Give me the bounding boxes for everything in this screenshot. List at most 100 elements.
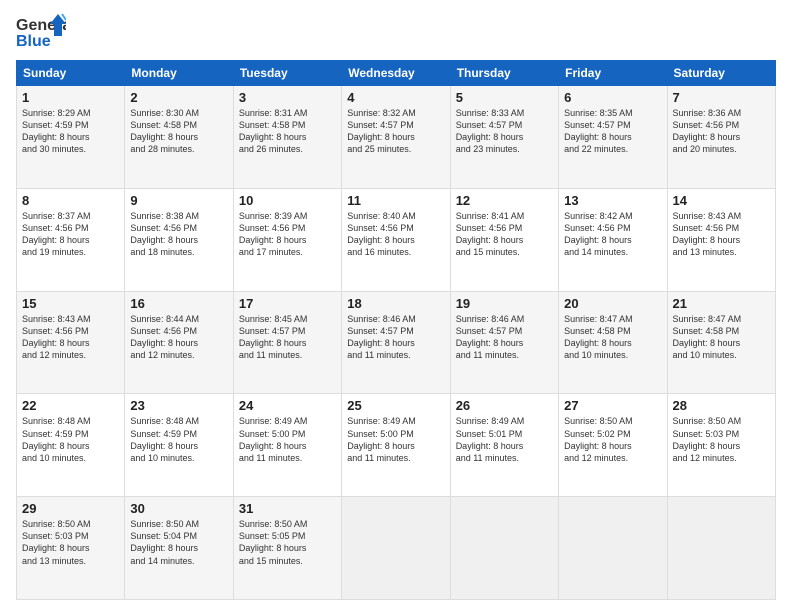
cell-content: Sunrise: 8:46 AMSunset: 4:57 PMDaylight:…	[456, 314, 525, 360]
day-number: 26	[456, 398, 553, 413]
logo-icon: General Blue	[16, 12, 66, 52]
cell-content: Sunrise: 8:47 AMSunset: 4:58 PMDaylight:…	[564, 314, 633, 360]
calendar-cell: 1 Sunrise: 8:29 AMSunset: 4:59 PMDayligh…	[17, 86, 125, 189]
calendar-cell: 11 Sunrise: 8:40 AMSunset: 4:56 PMDaylig…	[342, 188, 450, 291]
cell-content: Sunrise: 8:35 AMSunset: 4:57 PMDaylight:…	[564, 108, 633, 154]
calendar-cell: 27 Sunrise: 8:50 AMSunset: 5:02 PMDaylig…	[559, 394, 667, 497]
logo-area: General Blue	[16, 12, 66, 52]
day-number: 6	[564, 90, 661, 105]
day-number: 17	[239, 296, 336, 311]
day-number: 29	[22, 501, 119, 516]
day-number: 20	[564, 296, 661, 311]
day-number: 4	[347, 90, 444, 105]
day-number: 23	[130, 398, 227, 413]
cell-content: Sunrise: 8:40 AMSunset: 4:56 PMDaylight:…	[347, 211, 416, 257]
calendar-cell: 28 Sunrise: 8:50 AMSunset: 5:03 PMDaylig…	[667, 394, 775, 497]
cell-content: Sunrise: 8:50 AMSunset: 5:02 PMDaylight:…	[564, 416, 633, 462]
day-number: 1	[22, 90, 119, 105]
calendar-cell: 17 Sunrise: 8:45 AMSunset: 4:57 PMDaylig…	[233, 291, 341, 394]
cell-content: Sunrise: 8:38 AMSunset: 4:56 PMDaylight:…	[130, 211, 199, 257]
day-header-friday: Friday	[559, 61, 667, 86]
calendar-cell: 21 Sunrise: 8:47 AMSunset: 4:58 PMDaylig…	[667, 291, 775, 394]
svg-text:Blue: Blue	[16, 33, 51, 50]
calendar-week-0: 1 Sunrise: 8:29 AMSunset: 4:59 PMDayligh…	[17, 86, 776, 189]
cell-content: Sunrise: 8:47 AMSunset: 4:58 PMDaylight:…	[673, 314, 742, 360]
day-number: 2	[130, 90, 227, 105]
day-number: 5	[456, 90, 553, 105]
calendar-cell: 16 Sunrise: 8:44 AMSunset: 4:56 PMDaylig…	[125, 291, 233, 394]
cell-content: Sunrise: 8:50 AMSunset: 5:03 PMDaylight:…	[22, 519, 91, 565]
cell-content: Sunrise: 8:46 AMSunset: 4:57 PMDaylight:…	[347, 314, 416, 360]
day-header-thursday: Thursday	[450, 61, 558, 86]
day-header-tuesday: Tuesday	[233, 61, 341, 86]
day-number: 7	[673, 90, 770, 105]
calendar-cell: 22 Sunrise: 8:48 AMSunset: 4:59 PMDaylig…	[17, 394, 125, 497]
day-header-monday: Monday	[125, 61, 233, 86]
calendar-week-4: 29 Sunrise: 8:50 AMSunset: 5:03 PMDaylig…	[17, 497, 776, 600]
calendar-cell: 5 Sunrise: 8:33 AMSunset: 4:57 PMDayligh…	[450, 86, 558, 189]
day-number: 25	[347, 398, 444, 413]
calendar-cell: 14 Sunrise: 8:43 AMSunset: 4:56 PMDaylig…	[667, 188, 775, 291]
calendar-cell: 20 Sunrise: 8:47 AMSunset: 4:58 PMDaylig…	[559, 291, 667, 394]
day-number: 18	[347, 296, 444, 311]
cell-content: Sunrise: 8:33 AMSunset: 4:57 PMDaylight:…	[456, 108, 525, 154]
calendar-week-3: 22 Sunrise: 8:48 AMSunset: 4:59 PMDaylig…	[17, 394, 776, 497]
calendar-week-2: 15 Sunrise: 8:43 AMSunset: 4:56 PMDaylig…	[17, 291, 776, 394]
cell-content: Sunrise: 8:48 AMSunset: 4:59 PMDaylight:…	[130, 416, 199, 462]
day-number: 28	[673, 398, 770, 413]
calendar-cell: 4 Sunrise: 8:32 AMSunset: 4:57 PMDayligh…	[342, 86, 450, 189]
day-header-saturday: Saturday	[667, 61, 775, 86]
calendar-cell: 10 Sunrise: 8:39 AMSunset: 4:56 PMDaylig…	[233, 188, 341, 291]
calendar-cell: 25 Sunrise: 8:49 AMSunset: 5:00 PMDaylig…	[342, 394, 450, 497]
day-number: 31	[239, 501, 336, 516]
calendar-week-1: 8 Sunrise: 8:37 AMSunset: 4:56 PMDayligh…	[17, 188, 776, 291]
calendar-cell: 18 Sunrise: 8:46 AMSunset: 4:57 PMDaylig…	[342, 291, 450, 394]
day-header-wednesday: Wednesday	[342, 61, 450, 86]
cell-content: Sunrise: 8:49 AMSunset: 5:00 PMDaylight:…	[347, 416, 416, 462]
cell-content: Sunrise: 8:42 AMSunset: 4:56 PMDaylight:…	[564, 211, 633, 257]
calendar-cell: 6 Sunrise: 8:35 AMSunset: 4:57 PMDayligh…	[559, 86, 667, 189]
calendar-header-row: SundayMondayTuesdayWednesdayThursdayFrid…	[17, 61, 776, 86]
day-number: 13	[564, 193, 661, 208]
day-number: 15	[22, 296, 119, 311]
day-number: 22	[22, 398, 119, 413]
cell-content: Sunrise: 8:36 AMSunset: 4:56 PMDaylight:…	[673, 108, 742, 154]
calendar-cell: 12 Sunrise: 8:41 AMSunset: 4:56 PMDaylig…	[450, 188, 558, 291]
day-number: 24	[239, 398, 336, 413]
day-number: 3	[239, 90, 336, 105]
day-number: 14	[673, 193, 770, 208]
cell-content: Sunrise: 8:39 AMSunset: 4:56 PMDaylight:…	[239, 211, 308, 257]
day-header-sunday: Sunday	[17, 61, 125, 86]
cell-content: Sunrise: 8:48 AMSunset: 4:59 PMDaylight:…	[22, 416, 91, 462]
day-number: 9	[130, 193, 227, 208]
calendar-table: SundayMondayTuesdayWednesdayThursdayFrid…	[16, 60, 776, 600]
calendar-cell: 13 Sunrise: 8:42 AMSunset: 4:56 PMDaylig…	[559, 188, 667, 291]
cell-content: Sunrise: 8:49 AMSunset: 5:01 PMDaylight:…	[456, 416, 525, 462]
cell-content: Sunrise: 8:50 AMSunset: 5:04 PMDaylight:…	[130, 519, 199, 565]
page: General Blue SundayMondayTuesdayWednesda…	[0, 0, 792, 612]
calendar-cell	[559, 497, 667, 600]
day-number: 16	[130, 296, 227, 311]
calendar-cell	[667, 497, 775, 600]
calendar-cell: 30 Sunrise: 8:50 AMSunset: 5:04 PMDaylig…	[125, 497, 233, 600]
cell-content: Sunrise: 8:43 AMSunset: 4:56 PMDaylight:…	[673, 211, 742, 257]
day-number: 8	[22, 193, 119, 208]
cell-content: Sunrise: 8:44 AMSunset: 4:56 PMDaylight:…	[130, 314, 199, 360]
day-number: 19	[456, 296, 553, 311]
calendar-cell: 8 Sunrise: 8:37 AMSunset: 4:56 PMDayligh…	[17, 188, 125, 291]
calendar-cell	[450, 497, 558, 600]
cell-content: Sunrise: 8:50 AMSunset: 5:05 PMDaylight:…	[239, 519, 308, 565]
cell-content: Sunrise: 8:30 AMSunset: 4:58 PMDaylight:…	[130, 108, 199, 154]
day-number: 11	[347, 193, 444, 208]
cell-content: Sunrise: 8:49 AMSunset: 5:00 PMDaylight:…	[239, 416, 308, 462]
calendar-cell	[342, 497, 450, 600]
day-number: 30	[130, 501, 227, 516]
header: General Blue	[16, 12, 776, 52]
calendar-cell: 3 Sunrise: 8:31 AMSunset: 4:58 PMDayligh…	[233, 86, 341, 189]
cell-content: Sunrise: 8:43 AMSunset: 4:56 PMDaylight:…	[22, 314, 91, 360]
cell-content: Sunrise: 8:37 AMSunset: 4:56 PMDaylight:…	[22, 211, 91, 257]
day-number: 27	[564, 398, 661, 413]
calendar-cell: 31 Sunrise: 8:50 AMSunset: 5:05 PMDaylig…	[233, 497, 341, 600]
calendar-cell: 24 Sunrise: 8:49 AMSunset: 5:00 PMDaylig…	[233, 394, 341, 497]
day-number: 10	[239, 193, 336, 208]
